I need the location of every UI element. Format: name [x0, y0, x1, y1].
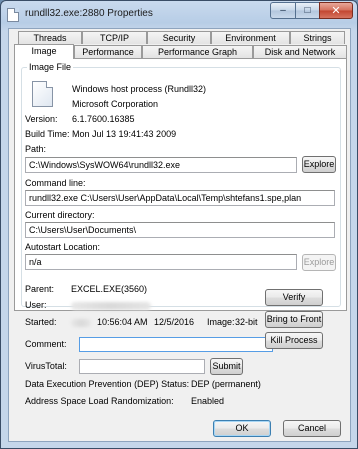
- verify-button[interactable]: Verify: [265, 289, 323, 306]
- tab-strings[interactable]: Strings: [290, 31, 345, 44]
- virustotal-input[interactable]: [79, 359, 205, 374]
- started-redacted: [71, 319, 91, 327]
- tab-security[interactable]: Security: [147, 31, 211, 44]
- current-directory-label: Current directory:: [25, 210, 95, 220]
- close-button[interactable]: ✕: [319, 2, 353, 19]
- company-name: Microsoft Corporation: [72, 99, 159, 109]
- explore-button[interactable]: Explore: [302, 156, 336, 173]
- tab-performance-graph[interactable]: Performance Graph: [142, 45, 253, 58]
- virustotal-label: VirusTotal:: [25, 361, 67, 371]
- autostart-label: Autostart Location:: [25, 242, 101, 252]
- path-field[interactable]: C:\Windows\SysWOW64\rundll32.exe: [25, 157, 297, 173]
- group-label: Image File: [27, 62, 74, 72]
- minimize-button[interactable]: –: [270, 2, 296, 19]
- tab-threads[interactable]: Threads: [18, 31, 82, 44]
- autostart-explore-button[interactable]: Explore: [302, 254, 336, 271]
- aslr-value: Enabled: [191, 396, 225, 406]
- build-time-label: Build Time:: [25, 129, 70, 139]
- image-bits: 32-bit: [235, 317, 258, 327]
- started-label: Started:: [25, 317, 57, 327]
- command-line-label: Command line:: [25, 178, 86, 188]
- started-time: 10:56:04 AM: [97, 317, 148, 327]
- comment-input[interactable]: [79, 337, 273, 352]
- maximize-button[interactable]: □: [295, 2, 320, 19]
- file-description: Windows host process (Rundll32): [72, 84, 207, 94]
- tab-tcpip[interactable]: TCP/IP: [82, 31, 147, 44]
- image-label: Image:: [207, 317, 235, 327]
- tab-disk-network[interactable]: Disk and Network: [253, 45, 347, 58]
- submit-button[interactable]: Submit: [210, 358, 243, 375]
- version-label: Version:: [25, 114, 58, 124]
- aslr-label: Address Space Load Randomization:: [25, 396, 174, 406]
- kill-process-button[interactable]: Kill Process: [265, 332, 323, 349]
- title-bar[interactable]: rundll32.exe:2880 Properties – □ ✕: [1, 1, 357, 27]
- image-tab-panel: Image File Windows host process (Rundll3…: [14, 58, 347, 311]
- properties-window: rundll32.exe:2880 Properties – □ ✕ Threa…: [0, 0, 358, 449]
- autostart-field[interactable]: n/a: [25, 254, 297, 270]
- started-date: 12/5/2016: [154, 317, 195, 327]
- image-file-group: Image File Windows host process (Rundll3…: [21, 62, 341, 307]
- path-label: Path:: [25, 144, 47, 154]
- current-directory-field[interactable]: C:\Users\User\Documents\: [25, 222, 335, 238]
- tab-image[interactable]: Image: [14, 44, 74, 59]
- file-icon: [32, 81, 53, 107]
- user-value-redacted: [71, 302, 151, 310]
- app-icon: [7, 8, 19, 22]
- parent-value: EXCEL.EXE(3560): [71, 284, 148, 294]
- tab-environment[interactable]: Environment: [211, 31, 290, 44]
- user-label: User:: [25, 300, 47, 310]
- comment-label: Comment:: [25, 339, 67, 349]
- command-line-field[interactable]: rundll32.exe C:\Users\User\AppData\Local…: [25, 190, 335, 206]
- cancel-button[interactable]: Cancel: [283, 420, 341, 437]
- parent-label: Parent:: [25, 284, 55, 294]
- dep-value: DEP (permanent): [191, 379, 261, 389]
- window-title: rundll32.exe:2880 Properties: [25, 8, 153, 19]
- dialog-client: Threads TCP/IP Security Environment Stri…: [8, 28, 351, 442]
- dep-label: Data Execution Prevention (DEP) Status:: [25, 379, 190, 389]
- ok-button[interactable]: OK: [213, 420, 271, 437]
- build-time-value: Mon Jul 13 19:41:43 2009: [72, 129, 177, 139]
- version-value: 6.1.7600.16385: [72, 114, 135, 124]
- bring-to-front-button[interactable]: Bring to Front: [265, 311, 323, 328]
- tab-performance[interactable]: Performance: [74, 45, 142, 58]
